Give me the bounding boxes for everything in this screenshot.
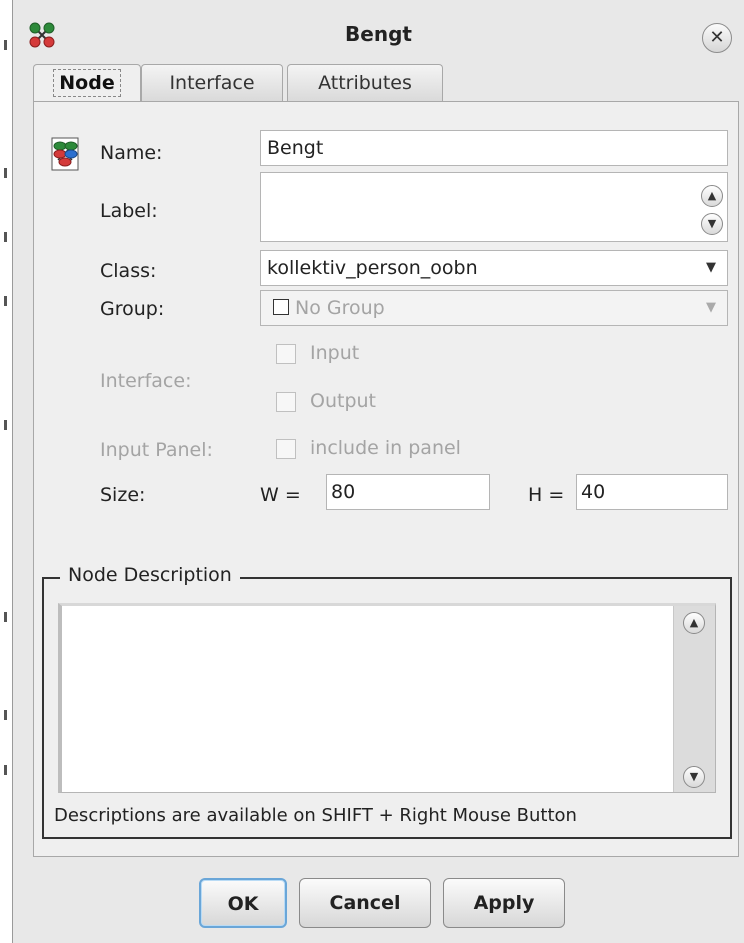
edge-mark [4, 40, 7, 50]
chevron-down-icon[interactable]: ▼ [683, 766, 705, 788]
chevron-down-icon[interactable]: ▼ [701, 213, 723, 235]
dialog-title: Bengt [345, 22, 412, 46]
name-input[interactable]: Bengt [260, 130, 728, 166]
output-checkbox-label: Output [310, 390, 376, 412]
node-description-group: Node Description ▲ ▼ Descriptions are av… [42, 564, 732, 839]
cancel-button[interactable]: Cancel [299, 878, 431, 928]
node-document-icon [51, 137, 79, 171]
width-label: W = [260, 484, 301, 506]
node-description-title: Node Description [60, 564, 240, 586]
input-checkbox-label: Input [310, 342, 360, 364]
node-description-textarea[interactable]: ▲ ▼ [58, 603, 716, 793]
interface-label: Interface: [100, 370, 192, 392]
tab-label: Attributes [318, 72, 412, 94]
apply-button[interactable]: Apply [443, 878, 565, 928]
edge-mark [4, 765, 7, 775]
tab-node[interactable]: Node [33, 64, 141, 102]
background-window-edge [0, 0, 12, 943]
group-select-value: No Group [295, 297, 385, 319]
output-checkbox[interactable] [276, 392, 296, 412]
edge-mark [4, 232, 7, 242]
group-color-swatch [273, 299, 289, 315]
title-bar[interactable]: Bengt ✕ [13, 0, 744, 64]
chevron-up-icon[interactable]: ▲ [701, 185, 723, 207]
close-icon[interactable]: ✕ [702, 23, 732, 53]
group-label: Group: [100, 298, 165, 320]
size-label: Size: [100, 484, 146, 506]
include-in-panel-label: include in panel [310, 437, 461, 459]
node-tab-panel: Name: Bengt Label: ▲ ▼ Class: kollektiv_… [33, 101, 739, 857]
include-in-panel-checkbox[interactable] [276, 439, 296, 459]
input-checkbox[interactable] [276, 344, 296, 364]
ok-button[interactable]: OK [199, 878, 287, 928]
tab-label: Node [53, 69, 121, 97]
input-panel-label: Input Panel: [100, 439, 213, 461]
chevron-down-icon[interactable]: ▼ [695, 251, 727, 285]
label-label: Label: [100, 200, 158, 222]
description-scrollbar[interactable]: ▲ ▼ [673, 606, 715, 792]
label-textarea[interactable] [260, 172, 728, 242]
height-label: H = [528, 484, 565, 506]
group-select[interactable]: No Group ▼ [260, 290, 728, 326]
class-select[interactable]: kollektiv_person_oobn ▼ [260, 250, 728, 286]
edge-mark [4, 612, 7, 622]
height-input[interactable]: 40 [576, 474, 728, 510]
description-hint: Descriptions are available on SHIFT + Ri… [54, 805, 577, 826]
width-input[interactable]: 80 [326, 474, 490, 510]
class-label: Class: [100, 260, 157, 282]
node-properties-dialog: Bengt ✕ Node Interface Attributes Name: … [12, 0, 744, 943]
tab-attributes[interactable]: Attributes [287, 64, 443, 102]
edge-mark [4, 420, 7, 430]
class-select-value: kollektiv_person_oobn [267, 257, 478, 279]
name-label: Name: [100, 142, 163, 164]
edge-mark [4, 168, 7, 178]
chevron-up-icon[interactable]: ▲ [683, 612, 705, 634]
chevron-down-icon[interactable]: ▼ [695, 291, 727, 325]
edge-mark [4, 296, 7, 306]
tab-interface[interactable]: Interface [141, 64, 283, 102]
tab-label: Interface [169, 72, 255, 94]
edge-mark [4, 710, 7, 720]
